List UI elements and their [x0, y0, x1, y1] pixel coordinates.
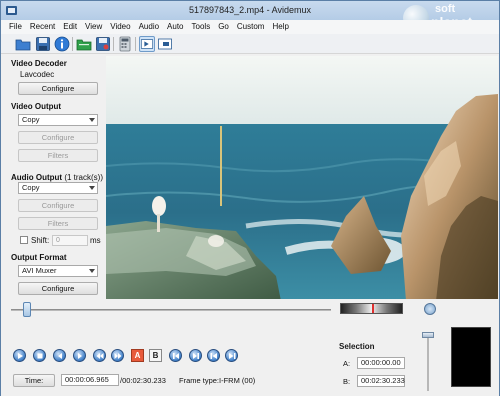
jog-marker	[372, 304, 374, 313]
video-filters-button[interactable]: Filters	[18, 149, 98, 162]
output-format-value: AVI Muxer	[22, 266, 57, 275]
previous-frame-icon[interactable]	[53, 349, 66, 362]
play-icon[interactable]	[13, 349, 26, 362]
settings-panel: Video Decoder Lavcodec Configure Video O…	[1, 55, 105, 299]
time-button[interactable]: Time:	[13, 374, 55, 387]
video-configure-button[interactable]: Configure	[18, 131, 98, 144]
output-icon[interactable]	[157, 36, 173, 52]
menu-edit[interactable]: Edit	[59, 20, 81, 34]
audio-output-title: Audio Output (1 track(s))	[11, 173, 103, 182]
save-video-icon[interactable]	[95, 36, 111, 52]
video-output-select[interactable]: Copy	[18, 114, 98, 126]
audio-output-title-text: Audio Output	[11, 173, 63, 182]
menu-tools[interactable]: Tools	[188, 20, 215, 34]
menu-video[interactable]: Video	[106, 20, 134, 34]
audio-output-value: Copy	[22, 183, 40, 192]
shift-unit: ms	[90, 236, 101, 245]
next-keyframe-icon[interactable]	[111, 349, 124, 362]
menu-custom[interactable]: Custom	[233, 20, 269, 34]
timeline-slider[interactable]	[11, 309, 331, 311]
volume-slider-thumb[interactable]	[422, 332, 434, 338]
selection-title: Selection	[339, 342, 375, 351]
decoder-configure-button[interactable]: Configure	[18, 82, 98, 95]
audio-configure-button[interactable]: Configure	[18, 199, 98, 212]
toolbar-separator	[135, 37, 136, 51]
audio-output-select[interactable]: Copy	[18, 182, 98, 194]
frame-type-value: I-FRM (00)	[219, 376, 256, 385]
go-to-end-icon[interactable]	[225, 349, 238, 362]
menu-help[interactable]: Help	[268, 20, 292, 34]
selection-b-label: B:	[343, 377, 351, 386]
audio-track-count: (1 track(s))	[64, 173, 103, 182]
volume-slider[interactable]	[427, 335, 429, 391]
video-output-title: Video Output	[11, 102, 62, 111]
go-to-marker-b-icon[interactable]	[189, 349, 202, 362]
calculator-icon[interactable]	[117, 36, 133, 52]
frame-type-label: Frame type:	[179, 376, 220, 385]
shift-value-input[interactable]: 0	[52, 235, 88, 246]
bottom-panel: A B Time: 00:00:06.965 /00:02:30.233 Fra…	[1, 299, 499, 396]
app-window: 517897843_2.mp4 - Avidemux soft planet F…	[0, 0, 500, 396]
total-time: /00:02:30.233	[120, 376, 166, 385]
audio-meter-preview	[451, 327, 491, 387]
menu-recent[interactable]: Recent	[26, 20, 59, 34]
play-filtered-icon[interactable]	[139, 36, 155, 52]
go-to-marker-a-icon[interactable]	[169, 349, 182, 362]
output-format-title: Output Format	[11, 253, 67, 262]
toolbar-separator	[72, 37, 73, 51]
menu-bar: File Recent Edit View Video Audio Auto T…	[1, 20, 499, 34]
shift-label: Shift:	[31, 236, 50, 245]
shift-checkbox[interactable]	[20, 236, 28, 244]
selection-b-field[interactable]: 00:02:30.233	[357, 375, 405, 387]
title-bar[interactable]: 517897843_2.mp4 - Avidemux soft planet	[1, 1, 499, 31]
output-format-select[interactable]: AVI Muxer	[18, 265, 98, 277]
open-folder-icon[interactable]	[76, 36, 92, 52]
toolbar-separator	[113, 37, 114, 51]
video-frame	[106, 56, 498, 301]
stop-icon[interactable]	[33, 349, 46, 362]
chevron-down-icon	[89, 186, 95, 190]
selection-a-field[interactable]: 00:00:00.00	[357, 357, 405, 369]
menu-go[interactable]: Go	[214, 20, 233, 34]
selection-a-label: A:	[343, 359, 351, 368]
open-file-icon[interactable]	[15, 36, 31, 52]
decoder-name: Lavcodec	[20, 70, 55, 79]
go-to-start-icon[interactable]	[207, 349, 220, 362]
current-time-field[interactable]: 00:00:06.965	[61, 374, 119, 386]
menu-auto[interactable]: Auto	[163, 20, 187, 34]
save-icon[interactable]	[35, 36, 51, 52]
menu-audio[interactable]: Audio	[135, 20, 163, 34]
reset-jog-icon[interactable]	[424, 303, 436, 315]
toolbar	[1, 34, 499, 54]
previous-keyframe-icon[interactable]	[93, 349, 106, 362]
info-icon[interactable]	[54, 36, 70, 52]
menu-view[interactable]: View	[81, 20, 106, 34]
video-decoder-title: Video Decoder	[11, 59, 67, 68]
jog-shuttle[interactable]	[340, 303, 403, 314]
next-frame-icon[interactable]	[73, 349, 86, 362]
chevron-down-icon	[89, 269, 95, 273]
set-marker-a-button[interactable]: A	[131, 349, 144, 362]
set-marker-b-button[interactable]: B	[149, 349, 162, 362]
timeline-slider-thumb[interactable]	[23, 302, 31, 317]
menu-file[interactable]: File	[5, 20, 26, 34]
audio-filters-button[interactable]: Filters	[18, 217, 98, 230]
format-configure-button[interactable]: Configure	[18, 282, 98, 295]
video-output-value: Copy	[22, 115, 40, 124]
chevron-down-icon	[89, 118, 95, 122]
